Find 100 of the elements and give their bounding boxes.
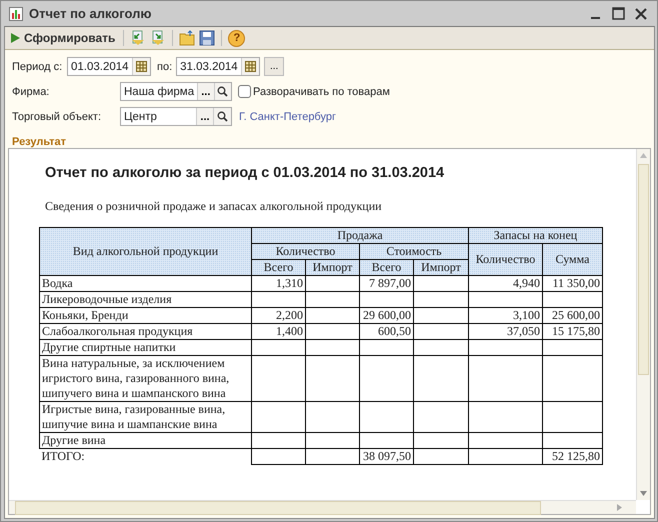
- header-cell: Всего: [252, 260, 306, 276]
- city-link[interactable]: Г. Санкт-Петербург: [239, 110, 336, 122]
- table-cell: [360, 292, 414, 308]
- table-cell: Вина натуральные, за исключением игристого вина, газированного вина, шипучего вина и шампанского вина: [40, 356, 252, 402]
- table-cell: 37,050: [468, 324, 542, 340]
- table-cell: [252, 448, 306, 464]
- table-cell: 29 600,00: [360, 308, 414, 324]
- folder-icon[interactable]: [179, 30, 196, 46]
- search-icon[interactable]: [217, 111, 228, 122]
- table-cell: [306, 356, 360, 402]
- header-cell: Сумма: [542, 244, 602, 276]
- table-cell: [252, 432, 306, 448]
- play-icon: [11, 33, 20, 43]
- table-cell: [360, 356, 414, 402]
- scrollbar-thumb[interactable]: [638, 164, 649, 375]
- table-cell: [252, 340, 306, 356]
- table-cell: 25 600,00: [542, 308, 602, 324]
- result-label: Результат: [11, 135, 68, 147]
- table-cell: [414, 448, 468, 464]
- header-cell: Продажа: [252, 228, 468, 244]
- period-to-label: по:: [157, 60, 172, 72]
- header-cell: Количество: [252, 244, 360, 260]
- table-cell: [542, 402, 602, 432]
- scroll-right-icon[interactable]: [617, 504, 622, 511]
- firm-field[interactable]: Наша фирма ...: [120, 82, 232, 101]
- table-cell: [414, 340, 468, 356]
- table-cell: [414, 276, 468, 292]
- horizontal-scrollbar[interactable]: [9, 500, 636, 514]
- object-label: Торговый объект:: [12, 110, 102, 122]
- calendar-icon[interactable]: [245, 61, 256, 72]
- table-cell: [306, 292, 360, 308]
- table-cell: [360, 432, 414, 448]
- table-cell: 38 097,50: [360, 448, 414, 464]
- close-icon[interactable]: [635, 8, 647, 20]
- table-cell: 4,940: [468, 276, 542, 292]
- period-choose-button[interactable]: ...: [264, 57, 284, 76]
- report-subtitle: Сведения о розничной продаже и запасах алкогольной продукции: [45, 199, 383, 214]
- table-cell: ИТОГО:: [40, 448, 252, 464]
- table-cell: [542, 340, 602, 356]
- choose-button[interactable]: ...: [197, 83, 214, 100]
- table-cell: 7 897,00: [360, 276, 414, 292]
- table-cell: [252, 292, 306, 308]
- object-field[interactable]: Центр ...: [120, 107, 232, 126]
- calendar-icon[interactable]: [136, 61, 147, 72]
- period-from-label: Период с:: [12, 60, 64, 72]
- header-cell: Стоимость: [360, 244, 468, 260]
- table-cell: 3,100: [468, 308, 542, 324]
- document-arrow-icon[interactable]: [130, 30, 146, 46]
- table-cell: 11 350,00: [542, 276, 602, 292]
- table-cell: [306, 308, 360, 324]
- table-cell: [306, 402, 360, 432]
- date-field[interactable]: 31.03.2014: [176, 57, 260, 76]
- header-cell: Всего: [360, 260, 414, 276]
- date-field[interactable]: 01.03.2014: [67, 57, 151, 76]
- table-cell: [306, 276, 360, 292]
- search-icon[interactable]: [217, 86, 228, 97]
- vertical-scrollbar[interactable]: [636, 149, 650, 500]
- table-cell: 600,50: [360, 324, 414, 340]
- table-cell: [414, 402, 468, 432]
- scroll-down-icon[interactable]: [640, 491, 647, 496]
- choose-button[interactable]: ...: [196, 108, 213, 125]
- table-cell: 15 175,80: [542, 324, 602, 340]
- header-cell: Импорт: [306, 260, 360, 276]
- table-cell: [306, 324, 360, 340]
- header-cell: Импорт: [414, 260, 468, 276]
- scrollbar-thumb[interactable]: [15, 501, 542, 515]
- table-cell: 2,200: [252, 308, 306, 324]
- table-cell: [414, 356, 468, 402]
- firm-label: Фирма:: [12, 86, 50, 98]
- table-cell: [252, 402, 306, 432]
- table-cell: 52 125,80: [542, 448, 602, 464]
- table-cell: Другие спиртные напитки: [40, 340, 252, 356]
- table-cell: [414, 308, 468, 324]
- document-arrow-icon[interactable]: [150, 30, 166, 46]
- chart-icon: [9, 6, 23, 20]
- header-cell: Запасы на конец: [468, 228, 602, 244]
- table-cell: Игристые вина, газированные вина, шипучие вина и шампанские вина: [40, 402, 252, 432]
- checkbox[interactable]: [238, 85, 251, 98]
- table-cell: [414, 324, 468, 340]
- table-cell: Ликероводочные изделия: [40, 292, 252, 308]
- save-icon[interactable]: [199, 30, 216, 46]
- table-cell: [542, 356, 602, 402]
- table-cell: Водка: [40, 276, 252, 292]
- table-cell: [360, 402, 414, 432]
- table-cell: [542, 292, 602, 308]
- table-cell: [542, 432, 602, 448]
- window-title: Отчет по алкоголю: [29, 6, 152, 21]
- generate-button[interactable]: Сформировать: [9, 29, 118, 47]
- table-cell: [414, 432, 468, 448]
- expand-label: Разворачивать по товарам: [253, 86, 390, 98]
- maximize-icon[interactable]: [612, 7, 625, 20]
- help-button[interactable]: ?: [228, 30, 246, 46]
- table-cell: [414, 292, 468, 308]
- table-cell: [306, 432, 360, 448]
- table-cell: 1,310: [252, 276, 306, 292]
- report-title: Отчет по алкоголю за период с 01.03.2014 по 31.03.2014: [45, 165, 446, 181]
- table-cell: [360, 340, 414, 356]
- table-cell: Слабоалкогольная продукция: [40, 324, 252, 340]
- table-cell: [252, 356, 306, 402]
- table-cell: 1,400: [252, 324, 306, 340]
